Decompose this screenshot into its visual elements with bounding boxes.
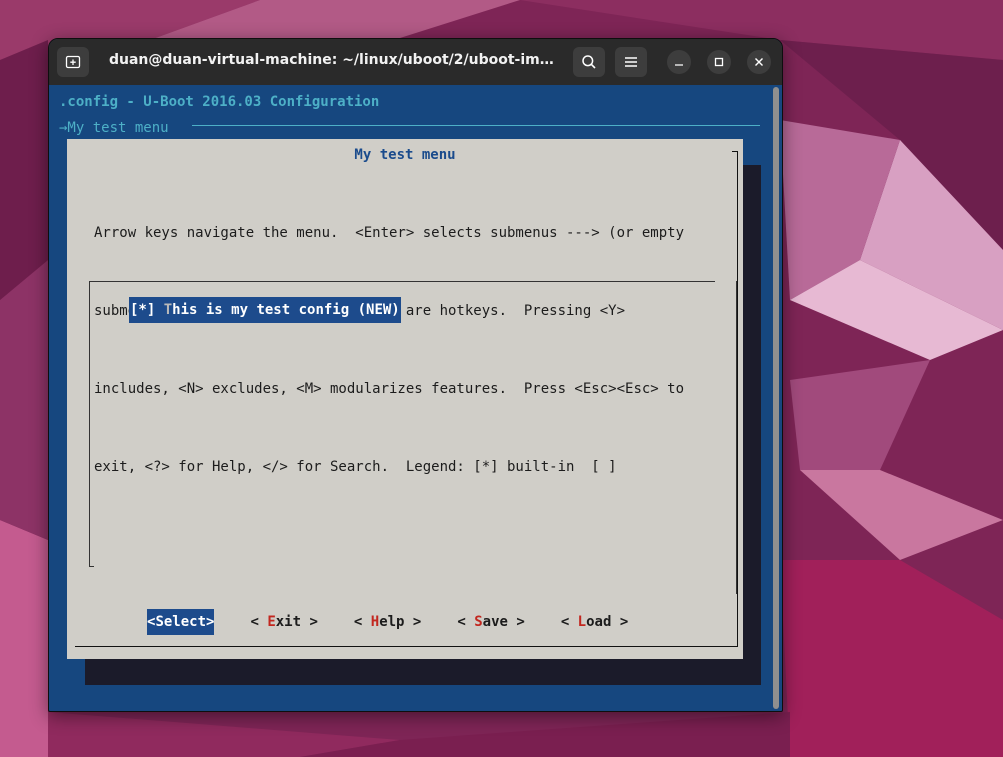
menuconfig-dialog: My test menu Arrow keys navigate the men… [67, 139, 743, 659]
item-hotkey: T [163, 302, 173, 318]
title-bar: duan@duan-virtual-machine: ~/linux/uboot… [49, 39, 782, 85]
exit-button[interactable]: < Exit > [250, 609, 317, 635]
help-line: includes, <N> excludes, <M> modularizes … [94, 381, 685, 397]
load-button[interactable]: < Load > [561, 609, 628, 635]
button-hotkey: E [267, 614, 276, 630]
window-title: duan@duan-virtual-machine: ~/linux/uboot… [109, 52, 554, 68]
terminal-scrollbar[interactable] [773, 87, 779, 709]
breadcrumb: →My test menu [59, 120, 169, 136]
minimize-icon [675, 64, 683, 66]
terminal-window: duan@duan-virtual-machine: ~/linux/uboot… [48, 38, 783, 712]
button-hotkey: S [474, 614, 483, 630]
item-label: his is my test config (NEW) [172, 302, 400, 318]
hamburger-menu-icon [625, 57, 637, 67]
search-button[interactable] [573, 47, 605, 77]
close-button[interactable] [747, 50, 771, 74]
help-button[interactable]: < Help > [354, 609, 421, 635]
list-border [89, 281, 90, 567]
help-text: Arrow keys navigate the menu. <Enter> se… [94, 168, 684, 532]
breadcrumb-rule [192, 125, 760, 126]
list-border [736, 281, 737, 594]
dialog-title: My test menu [354, 147, 456, 163]
select-button[interactable]: <Select> [147, 609, 215, 635]
new-tab-button[interactable] [57, 47, 89, 77]
list-border [89, 281, 715, 282]
maximize-icon [714, 57, 724, 67]
new-tab-icon [65, 55, 81, 69]
help-line: exit, <?> for Help, </> for Search. Lege… [94, 459, 617, 475]
button-hotkey: L [577, 614, 587, 630]
button-hotkey: S [155, 614, 164, 630]
dialog-border [75, 646, 738, 647]
help-line: Arrow keys navigate the menu. <Enter> se… [94, 225, 685, 241]
save-button[interactable]: < Save > [457, 609, 524, 635]
close-icon [755, 58, 763, 66]
dialog-border [737, 151, 738, 647]
maximize-button[interactable] [707, 50, 731, 74]
button-hotkey: H [370, 614, 380, 630]
checkbox-state: [*] [130, 302, 164, 318]
search-icon [582, 55, 596, 69]
config-title: .config - U-Boot 2016.03 Configuration [59, 94, 380, 110]
minimize-button[interactable] [667, 50, 691, 74]
button-row: <Select> < Exit > < Help > < Save > < Load > [147, 609, 664, 635]
menu-item-test-config[interactable]: [*] This is my test config (NEW) [129, 297, 401, 323]
menu-button[interactable] [615, 47, 647, 77]
list-border [89, 566, 94, 567]
